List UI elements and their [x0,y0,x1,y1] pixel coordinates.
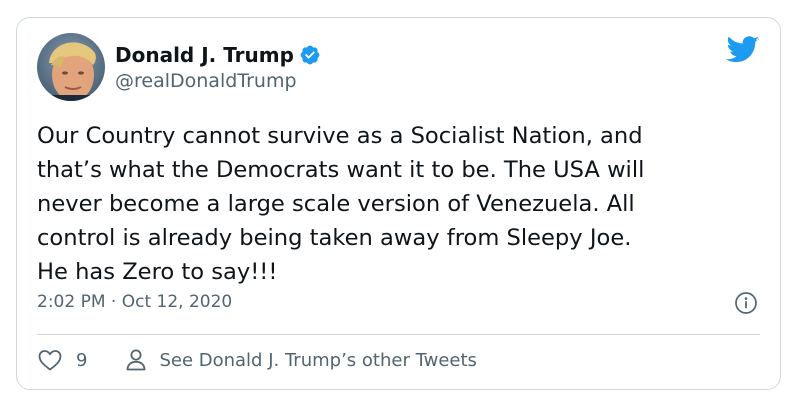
avatar[interactable] [37,33,105,101]
tweet-time[interactable]: 2:02 PM [37,292,106,312]
author-name-row[interactable]: Donald J. Trump [115,43,321,67]
person-icon[interactable] [125,348,147,372]
timestamp-separator: · [110,292,117,312]
like-count: 9 [76,349,88,371]
divider [37,334,760,335]
verified-badge-icon [299,44,321,66]
twitter-bird-icon[interactable] [725,36,760,64]
like-button[interactable]: 9 [37,348,87,372]
info-icon[interactable] [734,291,758,315]
heart-icon[interactable] [37,348,63,372]
tweet-card[interactable]: Donald J. Trump @realDonaldTrump Our Cou… [16,17,781,390]
other-tweets-label[interactable]: See Donald J. Trump’s other Tweets [159,350,476,371]
author-display-name[interactable]: Donald J. Trump [115,43,294,67]
tweet-actions: 9 See Donald J. Trump’s other Tweets [37,348,477,372]
author-handle[interactable]: @realDonaldTrump [115,70,297,92]
other-tweets-link[interactable]: See Donald J. Trump’s other Tweets [125,348,477,372]
tweet-text: Our Country cannot survive as a Socialis… [37,123,645,285]
avatar-image [37,33,105,101]
tweet-timestamp[interactable]: 2:02 PM · Oct 12, 2020 [37,292,232,312]
tweet-date[interactable]: Oct 12, 2020 [122,292,233,312]
